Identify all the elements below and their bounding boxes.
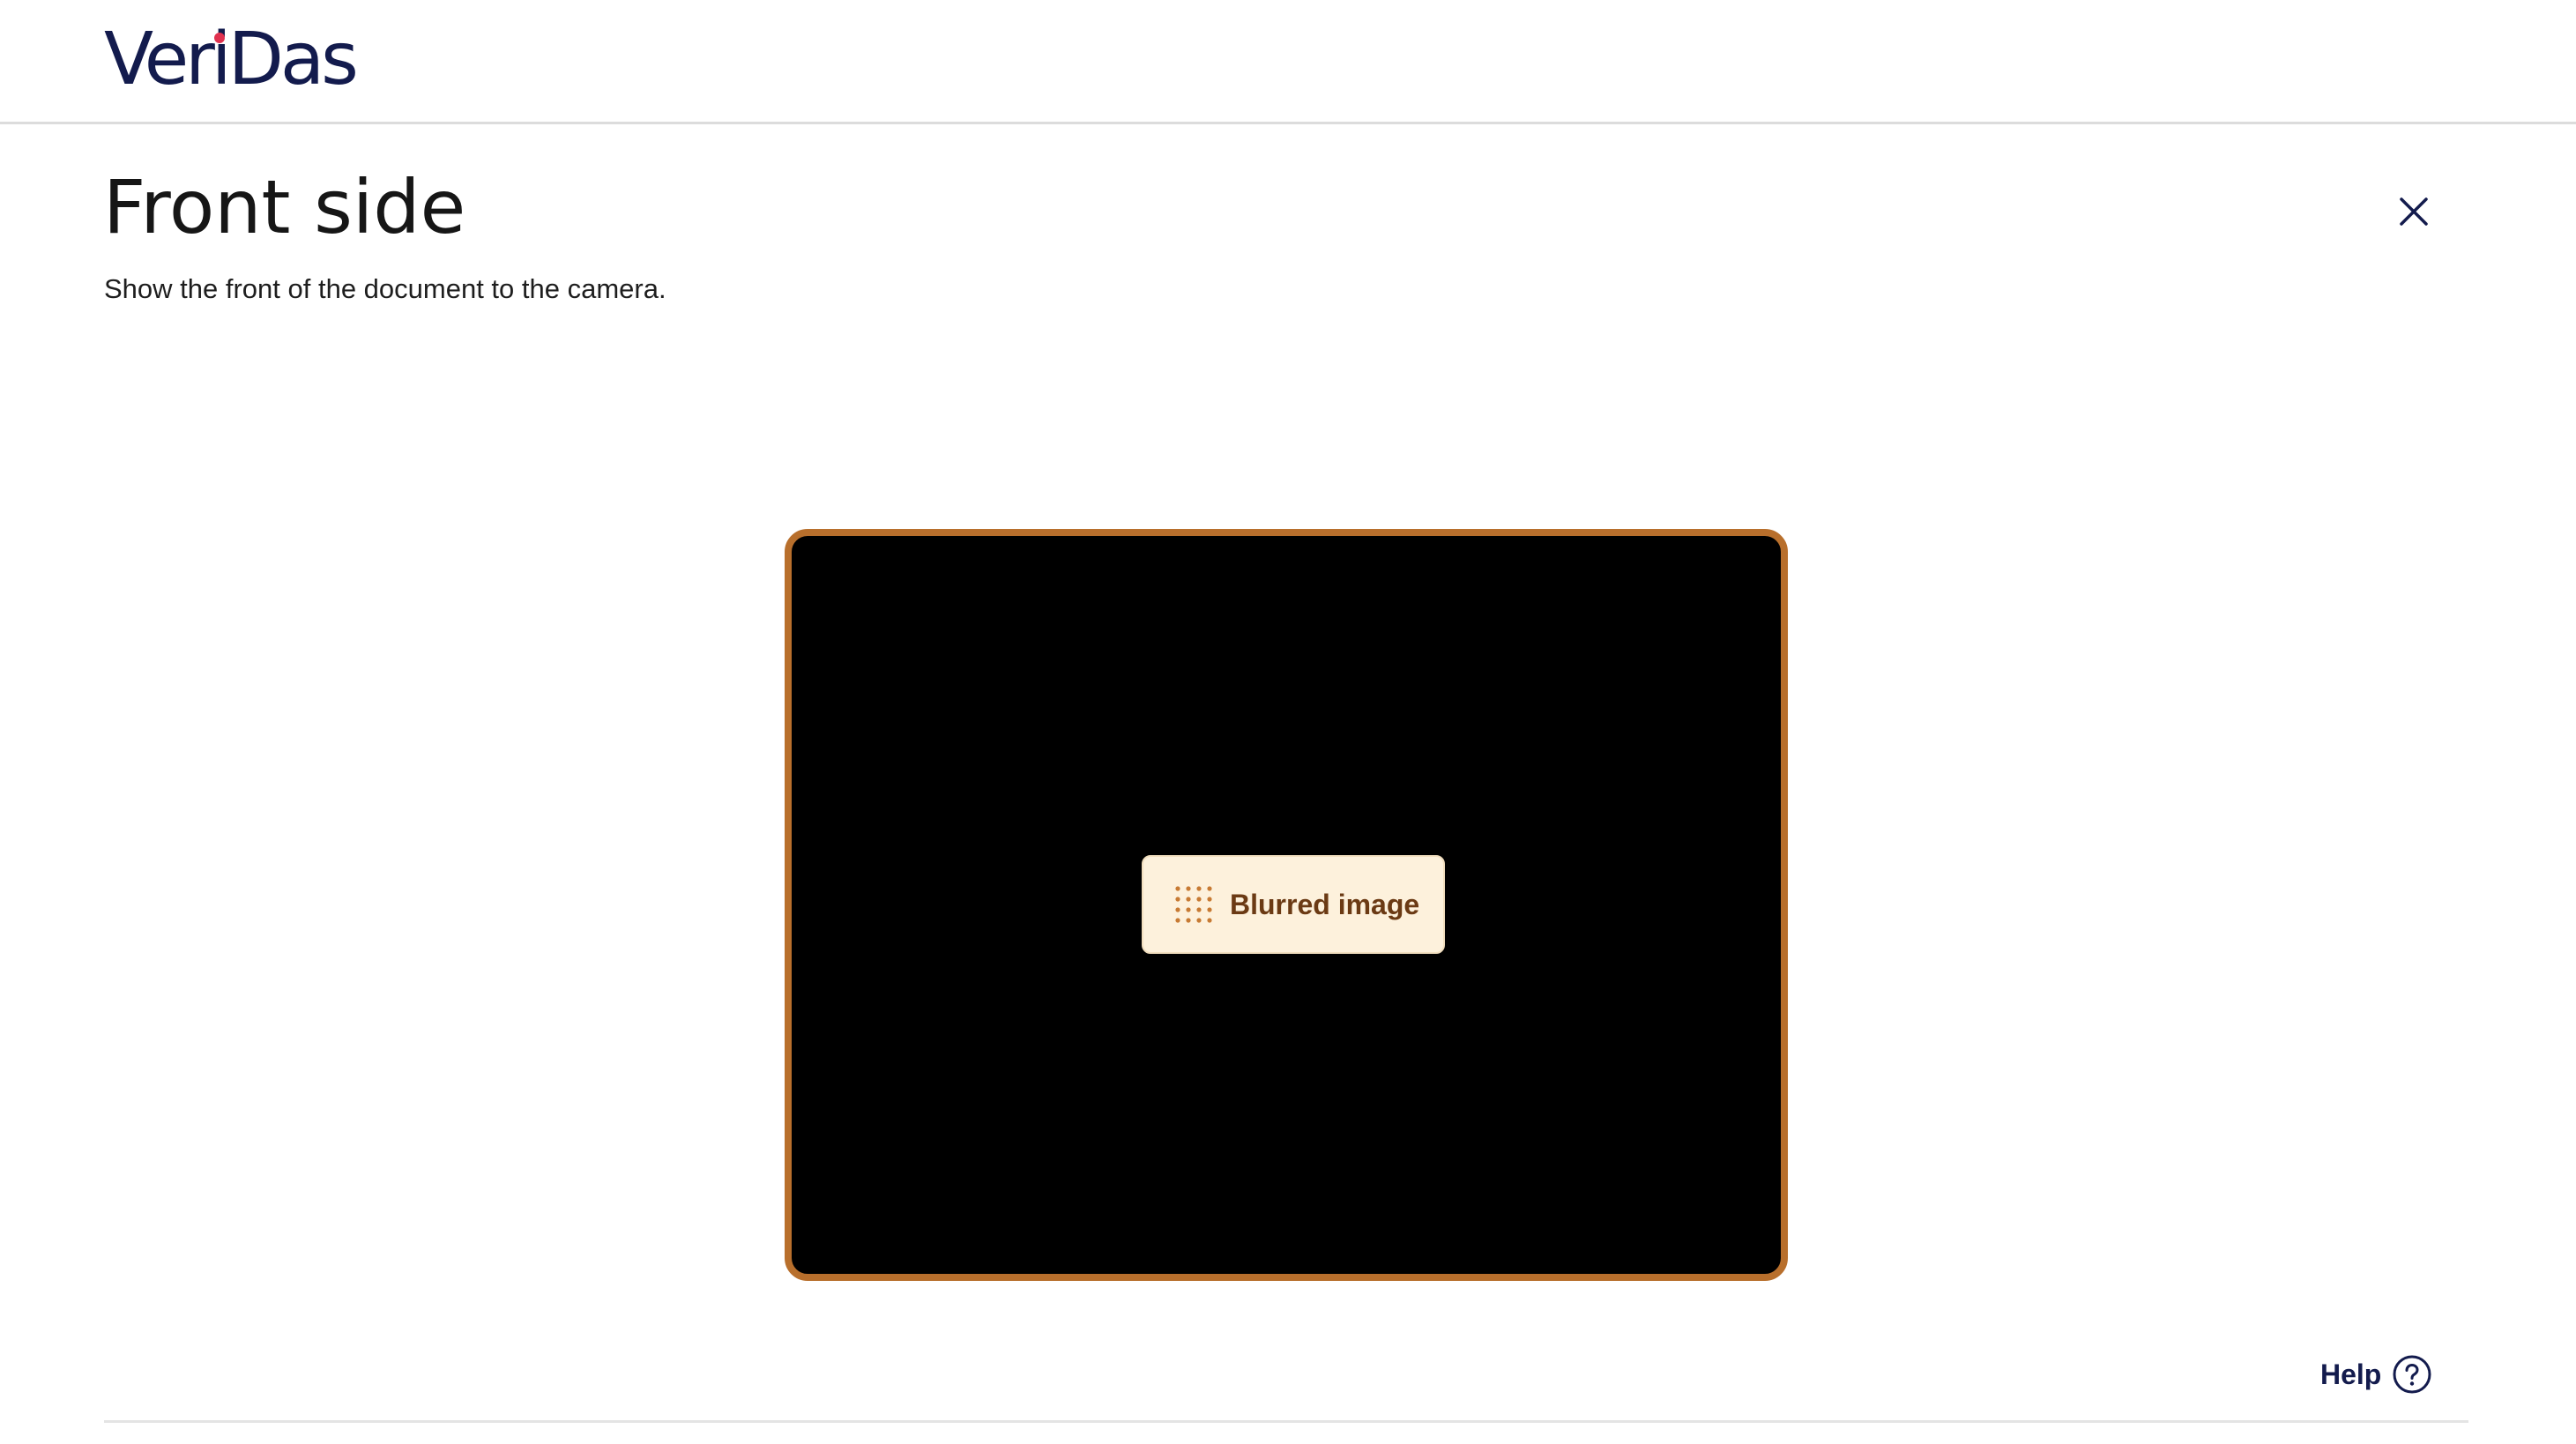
footer-divider bbox=[104, 1420, 2468, 1423]
camera-viewport: Blurred image bbox=[785, 529, 1788, 1281]
dot-grid-icon bbox=[1173, 884, 1214, 925]
close-icon bbox=[2400, 197, 2428, 226]
help-label: Help bbox=[2320, 1358, 2382, 1390]
close-button[interactable] bbox=[2391, 189, 2437, 234]
page-instructions: Show the front of the document to the ca… bbox=[104, 273, 666, 304]
veridas-logo: VeriDas bbox=[104, 18, 359, 101]
capture-page: VeriDas Front side Show the front of the… bbox=[0, 0, 2576, 1444]
top-header: VeriDas bbox=[0, 0, 2576, 124]
status-badge: Blurred image bbox=[1142, 855, 1445, 954]
status-badge-label: Blurred image bbox=[1230, 888, 1420, 920]
question-circle-icon bbox=[2392, 1354, 2432, 1395]
help-button[interactable]: Help bbox=[2320, 1351, 2432, 1397]
page-title: Front side bbox=[103, 164, 466, 250]
